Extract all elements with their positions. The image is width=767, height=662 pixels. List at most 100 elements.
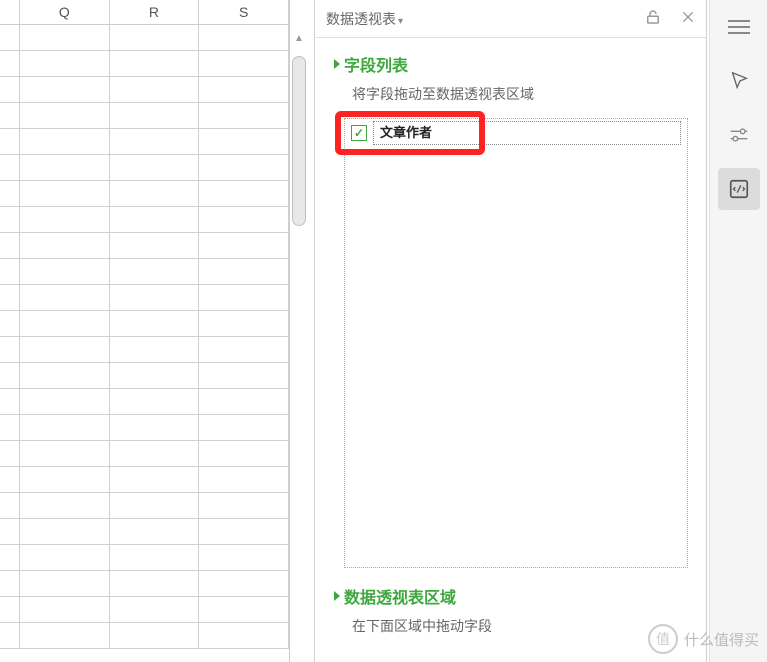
grid-cell[interactable] — [199, 545, 289, 571]
grid-cell[interactable] — [20, 415, 110, 441]
grid-row[interactable] — [0, 571, 289, 597]
grid-cell[interactable] — [20, 545, 110, 571]
grid-row[interactable] — [0, 545, 289, 571]
grid-cell[interactable] — [199, 493, 289, 519]
grid-cell[interactable] — [199, 51, 289, 77]
grid-cell[interactable] — [0, 545, 20, 571]
grid-cell[interactable] — [199, 415, 289, 441]
grid-cell[interactable] — [199, 467, 289, 493]
grid-row[interactable] — [0, 259, 289, 285]
grid-cell[interactable] — [199, 77, 289, 103]
grid-cell[interactable] — [199, 207, 289, 233]
grid-cell[interactable] — [0, 311, 20, 337]
grid-cell[interactable] — [20, 129, 110, 155]
column-header-q[interactable]: Q — [20, 0, 110, 25]
field-checkbox[interactable]: ✓ — [351, 125, 367, 141]
grid-cell[interactable] — [110, 233, 200, 259]
grid-cell[interactable] — [110, 155, 200, 181]
grid-cell[interactable] — [20, 155, 110, 181]
column-header[interactable] — [0, 0, 20, 25]
grid-cell[interactable] — [20, 389, 110, 415]
grid-cell[interactable] — [199, 311, 289, 337]
grid-cell[interactable] — [110, 389, 200, 415]
grid-row[interactable] — [0, 25, 289, 51]
grid-row[interactable] — [0, 493, 289, 519]
grid-cell[interactable] — [0, 51, 20, 77]
grid-cell[interactable] — [110, 207, 200, 233]
grid-row[interactable] — [0, 337, 289, 363]
grid-cell[interactable] — [20, 259, 110, 285]
grid-cell[interactable] — [199, 155, 289, 181]
grid-cell[interactable] — [199, 571, 289, 597]
grid-cell[interactable] — [110, 129, 200, 155]
grid-cell[interactable] — [0, 103, 20, 129]
grid-cell[interactable] — [110, 181, 200, 207]
grid-cell[interactable] — [199, 103, 289, 129]
grid-cell[interactable] — [110, 311, 200, 337]
grid-row[interactable] — [0, 207, 289, 233]
grid-cell[interactable] — [20, 207, 110, 233]
field-list-box[interactable]: ✓ 文章作者 — [344, 118, 688, 568]
grid-cell[interactable] — [199, 623, 289, 649]
grid-cell[interactable] — [0, 623, 20, 649]
grid-row[interactable] — [0, 285, 289, 311]
close-icon[interactable] — [680, 9, 696, 28]
grid-cell[interactable] — [20, 51, 110, 77]
lock-icon[interactable] — [644, 8, 662, 29]
column-header-s[interactable]: S — [199, 0, 289, 25]
grid-cell[interactable] — [110, 337, 200, 363]
grid-cell[interactable] — [0, 155, 20, 181]
menu-icon[interactable] — [718, 6, 760, 48]
grid-cell[interactable] — [110, 103, 200, 129]
grid-row[interactable] — [0, 415, 289, 441]
grid-row[interactable] — [0, 389, 289, 415]
grid-cell[interactable] — [199, 259, 289, 285]
grid-cell[interactable] — [0, 467, 20, 493]
grid-cell[interactable] — [0, 363, 20, 389]
grid-cell[interactable] — [199, 597, 289, 623]
grid-row[interactable] — [0, 51, 289, 77]
grid-cell[interactable] — [20, 363, 110, 389]
pane-title[interactable]: 数据透视表▾ — [326, 9, 644, 29]
grid-cell[interactable] — [199, 285, 289, 311]
grid-cell[interactable] — [20, 77, 110, 103]
grid-cell[interactable] — [199, 337, 289, 363]
grid-row[interactable] — [0, 363, 289, 389]
grid-cell[interactable] — [20, 103, 110, 129]
grid-cell[interactable] — [110, 259, 200, 285]
grid-cell[interactable] — [110, 441, 200, 467]
grid-cell[interactable] — [0, 285, 20, 311]
grid-cell[interactable] — [110, 571, 200, 597]
grid-cell[interactable] — [199, 441, 289, 467]
grid-cell[interactable] — [0, 415, 20, 441]
grid-cell[interactable] — [0, 77, 20, 103]
grid-cell[interactable] — [0, 597, 20, 623]
grid-cell[interactable] — [110, 415, 200, 441]
sliders-icon[interactable] — [718, 114, 760, 156]
spreadsheet-grid[interactable]: Q R S — [0, 0, 290, 662]
grid-row[interactable] — [0, 77, 289, 103]
grid-cell[interactable] — [110, 77, 200, 103]
grid-cell[interactable] — [0, 441, 20, 467]
grid-row[interactable] — [0, 597, 289, 623]
grid-cell[interactable] — [0, 337, 20, 363]
grid-body[interactable] — [0, 25, 289, 662]
grid-cell[interactable] — [0, 25, 20, 51]
grid-cell[interactable] — [20, 571, 110, 597]
grid-cell[interactable] — [110, 545, 200, 571]
grid-cell[interactable] — [199, 181, 289, 207]
grid-cell[interactable] — [110, 363, 200, 389]
grid-cell[interactable] — [20, 597, 110, 623]
grid-cell[interactable] — [199, 233, 289, 259]
vertical-scrollbar-thumb[interactable] — [292, 56, 306, 226]
grid-cell[interactable] — [20, 25, 110, 51]
grid-cell[interactable] — [20, 285, 110, 311]
grid-cell[interactable] — [110, 519, 200, 545]
grid-cell[interactable] — [20, 493, 110, 519]
grid-row[interactable] — [0, 623, 289, 649]
grid-cell[interactable] — [110, 285, 200, 311]
grid-cell[interactable] — [20, 311, 110, 337]
grid-cell[interactable] — [0, 571, 20, 597]
grid-cell[interactable] — [20, 467, 110, 493]
grid-cell[interactable] — [110, 493, 200, 519]
